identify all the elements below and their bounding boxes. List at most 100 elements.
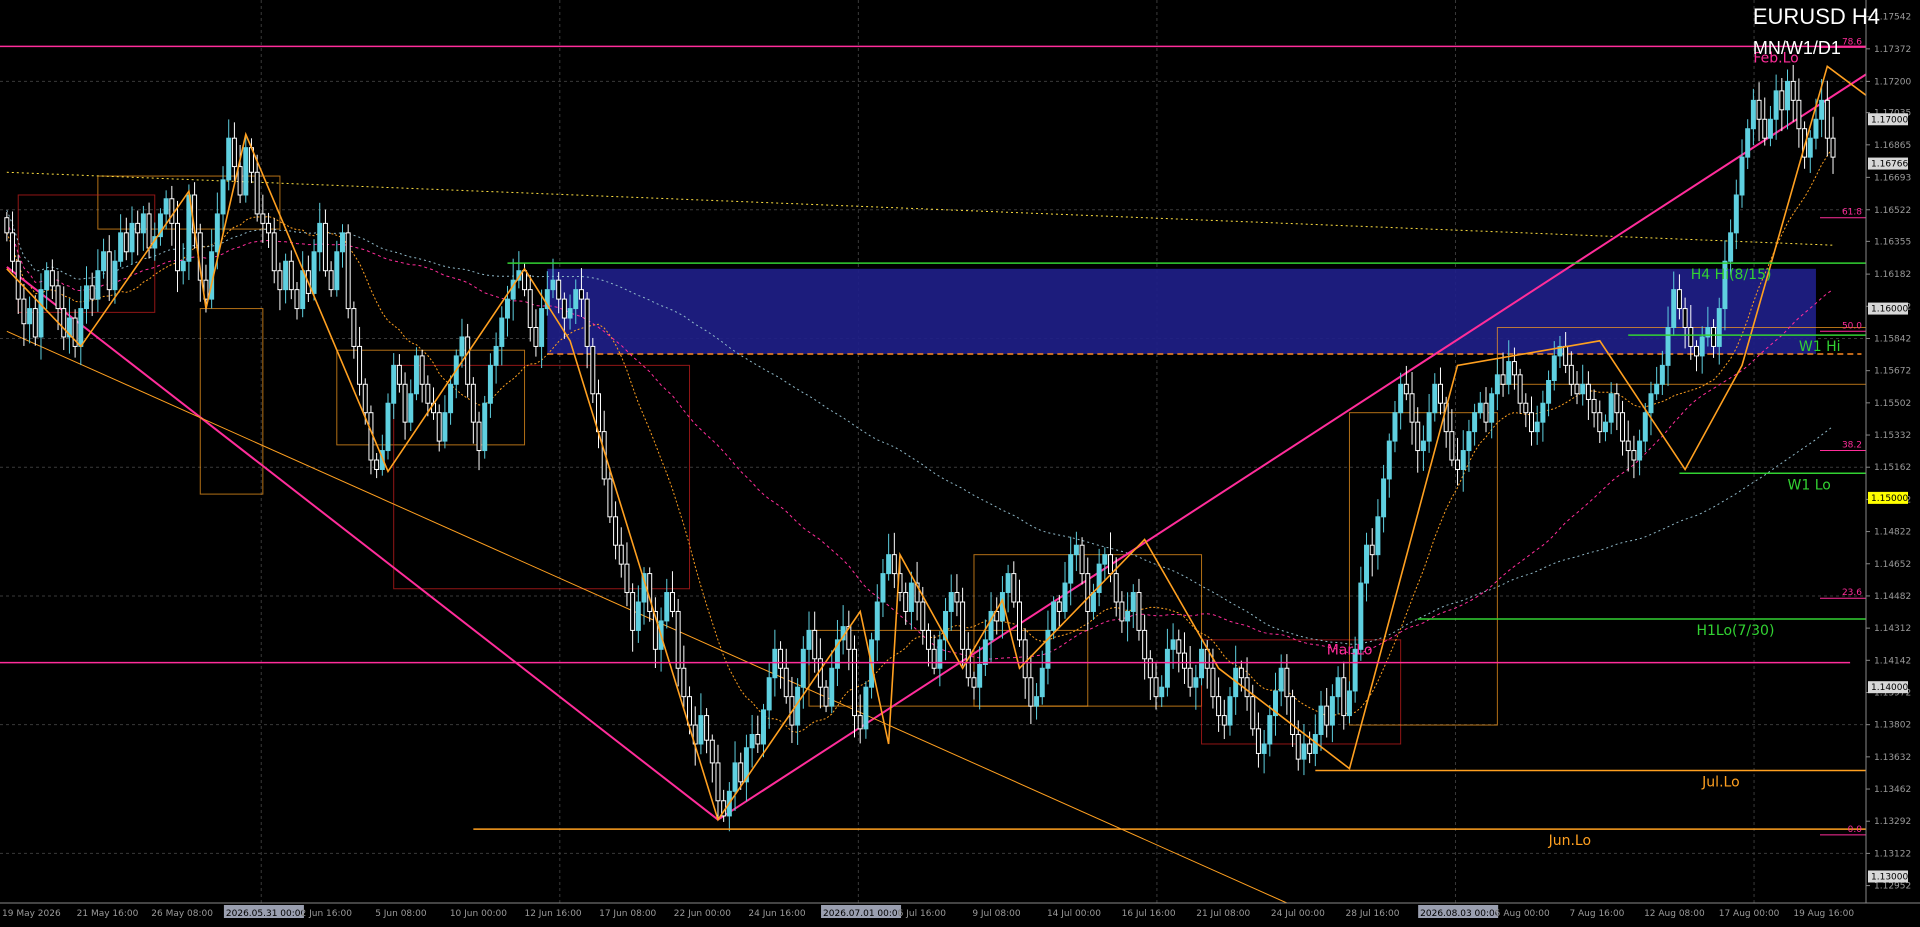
candle-body <box>1739 156 1745 196</box>
candle-body <box>965 648 971 679</box>
candle-body <box>891 554 897 575</box>
candle-body <box>1164 648 1170 688</box>
candle-body <box>937 639 943 669</box>
chart-area[interactable]: Feb.Lo H4 Hi(8/15) W1 Hi W1 Lo H1Lo(7/30) Mar… <box>0 0 1920 923</box>
y-tick-label: 1.16693 <box>1874 173 1911 183</box>
candle-body <box>482 402 488 452</box>
x-tick-label: 24 Jun 16:00 <box>748 909 805 919</box>
x-tick-label: 14 Jul 00:00 <box>1047 909 1101 919</box>
candle-body <box>123 232 129 253</box>
candle-body <box>413 355 419 395</box>
y-tick-label: 1.13462 <box>1874 785 1911 795</box>
candle-body <box>448 383 454 414</box>
candle-body <box>38 289 44 338</box>
candle-body <box>1028 677 1034 707</box>
candle-body <box>960 601 966 650</box>
candle-body <box>311 251 317 294</box>
candle-body <box>1119 601 1125 622</box>
candle-body <box>1324 705 1330 726</box>
candle-body <box>1290 696 1296 736</box>
candle-body <box>1432 383 1438 414</box>
candle-body <box>118 232 124 262</box>
x-tick-label: 5 Aug 00:00 <box>1495 909 1550 919</box>
y-tick-label: 1.15332 <box>1874 431 1911 441</box>
uptrend-line <box>717 65 1880 821</box>
candle-body <box>436 412 442 442</box>
candle-body <box>1602 421 1608 433</box>
candle-body <box>476 421 482 452</box>
x-tick-label: 21 May 16:00 <box>77 909 139 919</box>
candle-body <box>1767 118 1773 139</box>
candle-body <box>635 601 641 631</box>
candle-body <box>1819 99 1825 120</box>
candle-body <box>317 222 323 253</box>
candle-body <box>61 308 67 338</box>
candle-body <box>806 629 812 650</box>
candle-body <box>49 270 55 287</box>
candle-body <box>1517 374 1523 404</box>
candle-body <box>345 232 351 310</box>
candle-body <box>1375 516 1381 556</box>
candle-body <box>10 232 16 262</box>
candle-body <box>823 686 829 707</box>
candle-body <box>783 667 789 698</box>
candle-body <box>1301 743 1307 760</box>
candle-body <box>522 270 528 291</box>
candle-body <box>101 251 107 272</box>
x-tick-label: 21 Jul 08:00 <box>1196 909 1250 919</box>
candle-body <box>1693 345 1699 357</box>
level-label: Jul.Lo <box>1701 774 1739 790</box>
candle-body <box>857 715 863 730</box>
candle-body <box>1574 383 1580 395</box>
candle-body <box>1130 592 1136 612</box>
candle-body <box>607 478 613 518</box>
y-tick-label: 1.14822 <box>1874 528 1911 538</box>
candle-body <box>925 629 931 650</box>
candle-body <box>1022 639 1028 679</box>
candle-body <box>1136 592 1142 631</box>
candle-body <box>1540 402 1546 423</box>
candle-body <box>1011 573 1017 603</box>
candle-body <box>465 336 471 385</box>
price-tag-label: 1.13000 <box>1871 872 1908 882</box>
candle-body <box>1051 601 1057 631</box>
symbol-title: EURUSD H4 MN/W1/D1 <box>1753 4 1880 59</box>
candle-body <box>1039 667 1045 698</box>
candle-body <box>1278 667 1284 692</box>
candle-body <box>106 251 112 291</box>
supply-zone-layer <box>547 268 1862 355</box>
candle-body <box>459 336 465 357</box>
y-tick-label: 1.16355 <box>1874 237 1911 247</box>
candle-body <box>1079 544 1085 575</box>
candle-body <box>340 232 345 253</box>
candle-body <box>1227 696 1233 726</box>
y-tick-label: 1.14142 <box>1874 656 1911 666</box>
candle-body <box>1625 440 1631 452</box>
zigzag-line <box>6 64 1874 822</box>
x-tick-label: 28 Jul 16:00 <box>1346 909 1400 919</box>
candle-body <box>351 308 357 347</box>
candle-body <box>1255 728 1261 754</box>
candle-body <box>374 459 380 470</box>
x-tick-label: 10 Jun 00:00 <box>450 909 507 919</box>
x-tick-label: 9 Jul 08:00 <box>972 909 1021 919</box>
lower-channel-line <box>6 330 1288 904</box>
candle-body <box>220 179 226 215</box>
candle-body <box>738 762 744 783</box>
candle-body <box>1523 402 1529 414</box>
candle-body <box>322 222 328 272</box>
candle-body <box>237 166 243 196</box>
candle-body <box>1580 383 1586 395</box>
candlestick-chart[interactable]: Feb.LoH4 Hi(8/15)W1 HiW1 LoH1Lo(7/30)Mar… <box>0 0 1920 923</box>
y-tick-label: 1.13802 <box>1874 721 1911 731</box>
candle-body <box>1386 440 1392 480</box>
candle-body <box>749 734 755 749</box>
candle-body <box>1745 128 1751 158</box>
candle-body <box>1364 544 1370 584</box>
candle-body <box>1460 450 1466 470</box>
candle-body <box>89 285 95 300</box>
candle-body <box>1358 582 1364 650</box>
candle-body <box>55 285 61 310</box>
candle-body <box>1733 194 1739 234</box>
candle-body <box>226 137 232 181</box>
